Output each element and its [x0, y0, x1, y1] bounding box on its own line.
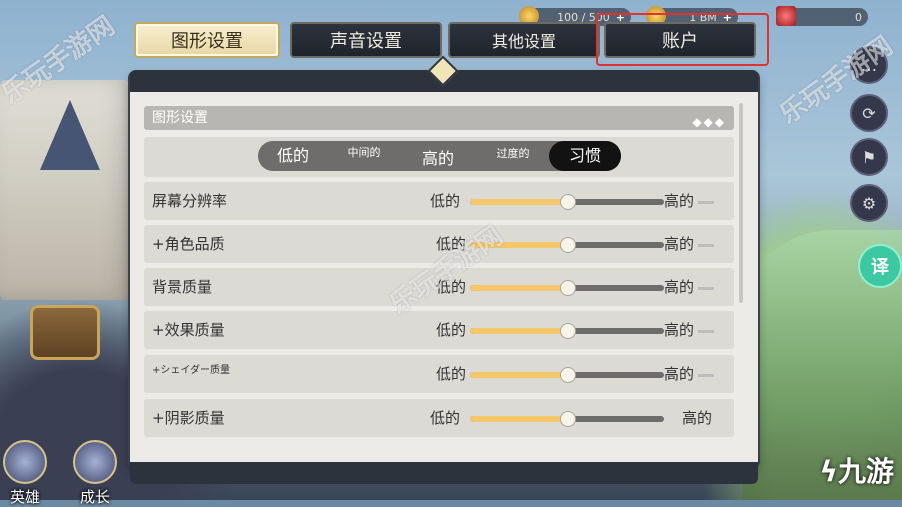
- preset-custom[interactable]: 习惯: [549, 141, 621, 171]
- slider-handle[interactable]: [560, 194, 576, 210]
- gem-icon: [776, 6, 796, 26]
- panel-bottom-bar: [130, 462, 758, 484]
- tab-graphics-label: 图形设置: [171, 31, 243, 52]
- quality-preset-row: 低的 中间的 高的 过度的 习惯: [144, 137, 734, 177]
- tab-other[interactable]: 其他设置: [448, 22, 600, 58]
- tab-sound[interactable]: 声音设置: [290, 22, 442, 58]
- slider-high-label: 高的: [682, 409, 713, 427]
- treasure-chest-icon[interactable]: [30, 305, 100, 360]
- setting-label: +角色品质: [152, 235, 225, 253]
- growth-nav-item[interactable]: 成长: [70, 440, 120, 506]
- slider-high-label: 高的: [664, 365, 695, 383]
- preset-medium[interactable]: 中间的: [334, 141, 394, 171]
- setting-row-resolution: 屏幕分辨率 低的 高的: [144, 182, 734, 220]
- slider-high-label: 高的: [664, 192, 695, 210]
- slider-handle[interactable]: [560, 323, 576, 339]
- slider-fill: [470, 416, 567, 422]
- slider-handle[interactable]: [560, 280, 576, 296]
- resolution-slider[interactable]: [470, 194, 664, 210]
- slider-handle[interactable]: [560, 411, 576, 427]
- account-tab-highlight: [596, 13, 769, 66]
- setting-label: 屏幕分辨率: [152, 192, 228, 210]
- heroes-label: 英雄: [9, 488, 40, 506]
- slider-low-label: 低的: [436, 321, 467, 339]
- slider-high-label: 高的: [664, 235, 695, 253]
- setting-row-shader: +シェイダー质量 低的 高的: [144, 355, 734, 393]
- effects-quality-slider[interactable]: [470, 323, 664, 339]
- slider-tail: [698, 374, 714, 377]
- preset-high[interactable]: 高的: [408, 141, 468, 171]
- slider-low-label: 低的: [430, 409, 461, 427]
- setting-row-shadow: +阴影质量 低的 高的: [144, 399, 734, 437]
- slider-fill: [470, 285, 567, 291]
- setting-label: +阴影质量: [152, 409, 225, 427]
- slider-high-label: 高的: [664, 278, 695, 296]
- quality-preset-selector[interactable]: 低的 中间的 高的 过度的 习惯: [258, 141, 621, 171]
- setting-label: 背景质量: [152, 278, 213, 296]
- translate-button[interactable]: 译: [858, 244, 902, 288]
- slider-low-label: 低的: [436, 365, 467, 383]
- slider-tail: [698, 201, 714, 204]
- tab-graphics[interactable]: 图形设置: [134, 22, 280, 58]
- setting-row-effects: +效果质量 低的 高的: [144, 311, 734, 349]
- tab-sound-label: 声音设置: [330, 31, 402, 52]
- tab-other-label: 其他设置: [491, 32, 556, 51]
- jiuyou-logo: ϟ九游: [819, 455, 895, 488]
- panel-scrollbar[interactable]: [739, 103, 743, 303]
- castle-scenery: [0, 80, 130, 300]
- slider-tail: [698, 287, 714, 290]
- slider-fill: [470, 372, 567, 378]
- slider-fill: [470, 199, 567, 205]
- slider-tail: [698, 330, 714, 333]
- refresh-icon[interactable]: ⟳: [850, 94, 888, 132]
- gem-counter[interactable]: 0: [776, 6, 868, 26]
- flag-icon[interactable]: ⚑: [850, 138, 888, 176]
- slider-handle[interactable]: [560, 367, 576, 383]
- heroes-nav-item[interactable]: 英雄: [0, 440, 50, 506]
- translate-label: 译: [871, 257, 889, 278]
- shader-quality-slider[interactable]: [470, 367, 664, 383]
- slider-high-label: 高的: [664, 321, 695, 339]
- section-ornament: ◆◆◆: [692, 115, 726, 129]
- preset-excessive[interactable]: 过度的: [478, 141, 548, 171]
- setting-label: +シェイダー质量: [152, 365, 230, 376]
- section-title: 图形设置: [152, 110, 208, 126]
- preset-low[interactable]: 低的: [258, 141, 328, 171]
- section-header: 图形设置 ◆◆◆: [144, 106, 734, 130]
- slider-low-label: 低的: [430, 192, 461, 210]
- shadow-quality-slider[interactable]: [470, 411, 664, 427]
- slider-fill: [470, 328, 567, 334]
- castle-roof: [40, 100, 100, 170]
- gem-value: 0: [855, 10, 862, 24]
- slider-tail: [698, 244, 714, 247]
- gear-icon[interactable]: ⚙: [850, 184, 888, 222]
- setting-label: +效果质量: [152, 321, 225, 339]
- growth-label: 成长: [79, 488, 110, 506]
- logo-text: 九游: [837, 455, 894, 488]
- slider-handle[interactable]: [560, 237, 576, 253]
- growth-crest-icon: [73, 440, 117, 484]
- hero-crest-icon: [3, 440, 47, 484]
- background-quality-slider[interactable]: [470, 280, 664, 296]
